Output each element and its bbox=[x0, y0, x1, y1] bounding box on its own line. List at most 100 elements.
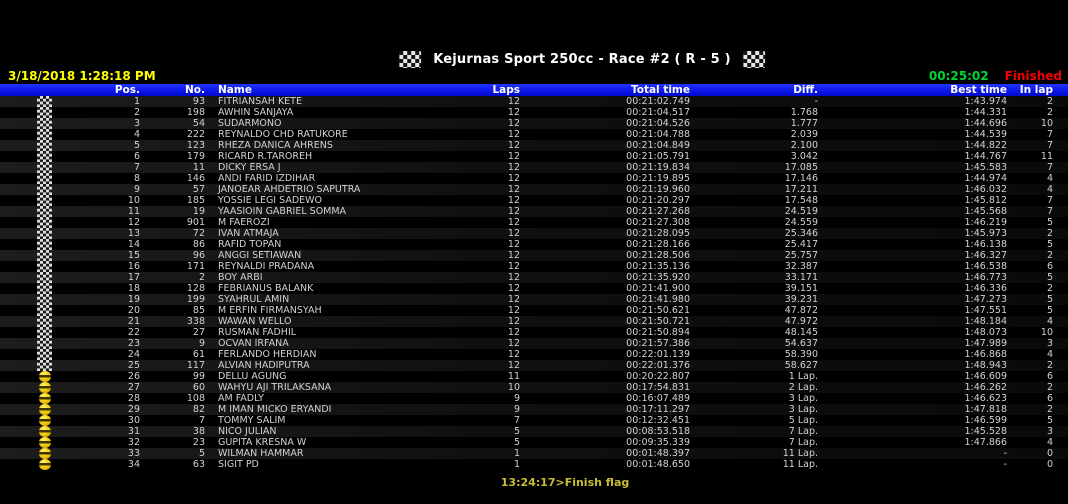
result-row[interactable]: 11 19 YAASIOIN GABRIEL SOMMA 12 00:21:27… bbox=[0, 206, 1068, 217]
result-row[interactable]: 9 57 JANOEAR AHDETRIO SAPUTRA 12 00:21:1… bbox=[0, 184, 1068, 195]
column-header-best-time[interactable]: Best time bbox=[818, 84, 1007, 96]
result-row[interactable]: 33 5 WILMAN HAMMAR 1 00:01:48.397 11 Lap… bbox=[0, 448, 1068, 459]
result-row[interactable]: 20 85 M ERFIN FIRMANSYAH 12 00:21:50.621… bbox=[0, 305, 1068, 316]
best-time-cell: 1:46.032 bbox=[818, 184, 1007, 195]
best-time-cell: 1:48.073 bbox=[818, 327, 1007, 338]
result-row[interactable]: 13 72 IVAN ATMAJA 12 00:21:28.095 25.346… bbox=[0, 228, 1068, 239]
best-time-cell: 1:46.623 bbox=[818, 393, 1007, 404]
best-time-cell: 1:47.551 bbox=[818, 305, 1007, 316]
result-row[interactable]: 22 27 RUSMAN FADHIL 12 00:21:50.894 48.1… bbox=[0, 327, 1068, 338]
position-cell: 23 bbox=[52, 338, 140, 349]
rider-name-cell: FEBRIANUS BALANK bbox=[205, 283, 470, 294]
checkered-flag-icon bbox=[37, 140, 52, 151]
column-header-name[interactable]: Name bbox=[205, 84, 470, 96]
in-lap-cell: 4 bbox=[1007, 349, 1053, 360]
checkered-flag-icon bbox=[37, 272, 52, 283]
result-row[interactable]: 21 338 WAWAN WELLO 12 00:21:50.721 47.97… bbox=[0, 316, 1068, 327]
result-row[interactable]: 23 9 OCVAN IRFANA 12 00:21:57.386 54.637… bbox=[0, 338, 1068, 349]
in-lap-cell: 7 bbox=[1007, 206, 1053, 217]
diff-cell: 47.972 bbox=[690, 316, 818, 327]
result-row[interactable]: 4 222 REYNALDO CHD RATUKORE 12 00:21:04.… bbox=[0, 129, 1068, 140]
result-row[interactable]: 18 128 FEBRIANUS BALANK 12 00:21:41.900 … bbox=[0, 283, 1068, 294]
in-lap-cell: 4 bbox=[1007, 173, 1053, 184]
result-row[interactable]: 32 23 GUPITA KRESNA W 5 00:09:35.339 7 L… bbox=[0, 437, 1068, 448]
result-row[interactable]: 12 901 M FAEROZI 12 00:21:27.308 24.559 … bbox=[0, 217, 1068, 228]
yellow-ball-icon bbox=[39, 415, 51, 426]
result-row[interactable]: 31 38 NICO JULIAN 5 00:08:53.518 7 Lap. … bbox=[0, 426, 1068, 437]
result-row[interactable]: 6 179 RICARD R.TAROREH 12 00:21:05.791 3… bbox=[0, 151, 1068, 162]
flag-cell bbox=[37, 206, 52, 217]
flag-cell bbox=[37, 151, 52, 162]
column-header-diff[interactable]: Diff. bbox=[690, 84, 818, 96]
number-cell: 146 bbox=[140, 173, 205, 184]
rider-name-cell: TOMMY SALIM bbox=[205, 415, 470, 426]
total-time-cell: 00:21:41.900 bbox=[520, 283, 690, 294]
column-header-pos[interactable]: Pos. bbox=[52, 84, 140, 96]
result-row[interactable]: 34 63 SIGIT PD 1 00:01:48.650 11 Lap. - … bbox=[0, 459, 1068, 470]
result-row[interactable]: 29 82 M IMAN MICKO ERYANDI 9 00:17:11.29… bbox=[0, 404, 1068, 415]
in-lap-cell: 0 bbox=[1007, 459, 1053, 470]
result-row[interactable]: 2 198 AWHIN SANJAYA 12 00:21:04.517 1.76… bbox=[0, 107, 1068, 118]
result-row[interactable]: 26 99 DELLU AGUNG 11 00:20:22.807 1 Lap.… bbox=[0, 371, 1068, 382]
laps-cell: 12 bbox=[470, 217, 520, 228]
diff-cell: 3.042 bbox=[690, 151, 818, 162]
yellow-ball-icon bbox=[39, 393, 51, 404]
total-time-cell: 00:12:32.451 bbox=[520, 415, 690, 426]
result-row[interactable]: 15 96 ANGGI SETIAWAN 12 00:21:28.506 25.… bbox=[0, 250, 1068, 261]
in-lap-cell: 4 bbox=[1007, 437, 1053, 448]
column-header-laps[interactable]: Laps bbox=[470, 84, 520, 96]
position-cell: 11 bbox=[52, 206, 140, 217]
in-lap-cell: 5 bbox=[1007, 217, 1053, 228]
in-lap-cell: 2 bbox=[1007, 228, 1053, 239]
result-row[interactable]: 27 60 WAHYU AJI TRILAKSANA 10 00:17:54.8… bbox=[0, 382, 1068, 393]
best-time-cell: 1:45.528 bbox=[818, 426, 1007, 437]
flag-cell bbox=[37, 316, 52, 327]
checkered-flag-icon bbox=[37, 107, 52, 118]
best-time-cell: 1:44.974 bbox=[818, 173, 1007, 184]
result-row[interactable]: 28 108 AM FADLY 9 00:16:07.489 3 Lap. 1:… bbox=[0, 393, 1068, 404]
result-row[interactable]: 19 199 SYAHRUL AMIN 12 00:21:41.980 39.2… bbox=[0, 294, 1068, 305]
result-row[interactable]: 10 185 YOSSIE LEGI SADEWO 12 00:21:20.29… bbox=[0, 195, 1068, 206]
result-row[interactable]: 14 86 RAFID TOPAN 12 00:21:28.166 25.417… bbox=[0, 239, 1068, 250]
laps-cell: 9 bbox=[470, 404, 520, 415]
rider-name-cell: REYNALDO CHD RATUKORE bbox=[205, 129, 470, 140]
rider-name-cell: DICKY ERSA J bbox=[205, 162, 470, 173]
position-cell: 33 bbox=[52, 448, 140, 459]
in-lap-cell: 5 bbox=[1007, 239, 1053, 250]
result-row[interactable]: 1 93 FITRIANSAH KETE 12 00:21:02.749 - 1… bbox=[0, 96, 1068, 107]
number-cell: 7 bbox=[140, 415, 205, 426]
result-row[interactable]: 30 7 TOMMY SALIM 7 00:12:32.451 5 Lap. 1… bbox=[0, 415, 1068, 426]
laps-cell: 5 bbox=[470, 426, 520, 437]
diff-cell: 48.145 bbox=[690, 327, 818, 338]
best-time-cell: 1:45.583 bbox=[818, 162, 1007, 173]
checkered-flag-icon bbox=[37, 228, 52, 239]
in-lap-cell: 6 bbox=[1007, 393, 1053, 404]
result-row[interactable]: 8 146 ANDI FARID IZDIHAR 12 00:21:19.895… bbox=[0, 173, 1068, 184]
rider-name-cell: AM FADLY bbox=[205, 393, 470, 404]
result-row[interactable]: 17 2 BOY ARBI 12 00:21:35.920 33.171 1:4… bbox=[0, 272, 1068, 283]
race-timing-screen: Kejurnas Sport 250cc - Race #2 ( R - 5 )… bbox=[0, 0, 1068, 504]
result-row[interactable]: 7 11 DICKY ERSA J 12 00:21:19.834 17.085… bbox=[0, 162, 1068, 173]
results-table-body: 1 93 FITRIANSAH KETE 12 00:21:02.749 - 1… bbox=[0, 96, 1068, 470]
number-cell: 185 bbox=[140, 195, 205, 206]
total-time-cell: 00:21:28.095 bbox=[520, 228, 690, 239]
number-cell: 5 bbox=[140, 448, 205, 459]
checkered-flag-icon bbox=[37, 96, 52, 107]
column-header-no[interactable]: No. bbox=[140, 84, 205, 96]
column-header-total-time[interactable]: Total time bbox=[520, 84, 690, 96]
best-time-cell: 1:44.822 bbox=[818, 140, 1007, 151]
result-row[interactable]: 25 117 ALVIAN HADIPUTRA 12 00:22:01.376 … bbox=[0, 360, 1068, 371]
best-time-cell: 1:44.767 bbox=[818, 151, 1007, 162]
best-time-cell: - bbox=[818, 448, 1007, 459]
rider-name-cell: YAASIOIN GABRIEL SOMMA bbox=[205, 206, 470, 217]
result-row[interactable]: 5 123 RHEZA DANICA AHRENS 12 00:21:04.84… bbox=[0, 140, 1068, 151]
result-row[interactable]: 24 61 FERLANDO HERDIAN 12 00:22:01.139 5… bbox=[0, 349, 1068, 360]
best-time-cell: 1:46.219 bbox=[818, 217, 1007, 228]
rider-name-cell: RAFID TOPAN bbox=[205, 239, 470, 250]
result-row[interactable]: 16 171 REYNALDI PRADANA 12 00:21:35.136 … bbox=[0, 261, 1068, 272]
result-row[interactable]: 3 54 SUDARMONO 12 00:21:04.526 1.777 1:4… bbox=[0, 118, 1068, 129]
position-cell: 7 bbox=[52, 162, 140, 173]
best-time-cell: - bbox=[818, 459, 1007, 470]
checkered-flag-icon bbox=[37, 283, 52, 294]
column-header-in-lap[interactable]: In lap bbox=[1007, 84, 1053, 96]
